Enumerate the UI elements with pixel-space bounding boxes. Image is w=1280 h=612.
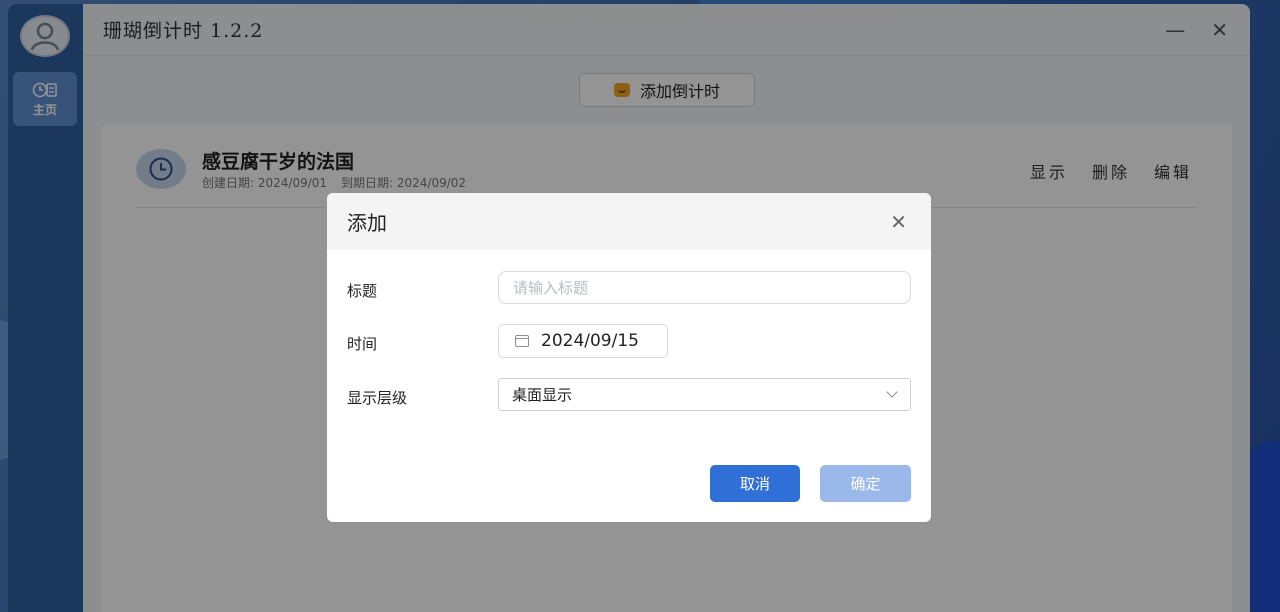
confirm-button[interactable]: 确定 bbox=[820, 465, 911, 502]
date-picker[interactable]: 2024/09/15 bbox=[498, 324, 668, 358]
dialog-title: 添加 bbox=[347, 211, 387, 235]
time-label: 时间 bbox=[347, 335, 378, 353]
dialog-header: 添加 ✕ bbox=[327, 193, 931, 250]
display-level-select[interactable]: 桌面显示 bbox=[498, 378, 911, 411]
title-label: 标题 bbox=[347, 282, 378, 300]
select-value: 桌面显示 bbox=[512, 386, 573, 404]
close-icon[interactable]: ✕ bbox=[890, 210, 907, 234]
date-value: 2024/09/15 bbox=[541, 331, 639, 351]
title-input[interactable] bbox=[498, 271, 911, 304]
level-label: 显示层级 bbox=[347, 389, 408, 407]
chevron-down-icon bbox=[886, 386, 898, 398]
add-dialog: 添加 ✕ 标题 时间 2024/09/15 显示层级 桌面显示 取消 确定 bbox=[327, 193, 931, 522]
calendar-icon bbox=[515, 335, 529, 347]
cancel-button[interactable]: 取消 bbox=[710, 465, 800, 502]
